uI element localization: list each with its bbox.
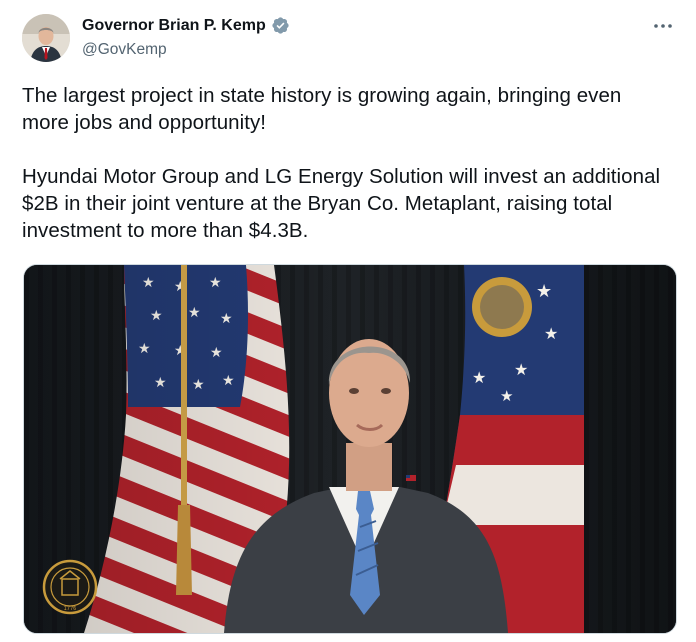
svg-text:★: ★ xyxy=(500,387,513,405)
avatar-portrait xyxy=(22,14,70,62)
svg-text:★: ★ xyxy=(536,281,552,302)
svg-text:★: ★ xyxy=(544,324,558,343)
avatar[interactable] xyxy=(22,14,70,62)
svg-text:1776: 1776 xyxy=(64,606,77,612)
svg-text:★: ★ xyxy=(472,368,486,387)
svg-text:★: ★ xyxy=(514,360,528,379)
author-handle[interactable]: @GovKemp xyxy=(82,41,167,59)
tweet-card[interactable]: Governor Brian P. Kemp @GovKemp The larg… xyxy=(0,0,696,642)
author-name-row: Governor Brian P. Kemp xyxy=(82,16,290,35)
post-video[interactable]: ★ ★ ★ ★ ★ ★ ★ ★ ★ ★ ★ ★ ★ ★ ★ ★ ★ 1776 xyxy=(23,264,677,634)
state-seal: 1776 xyxy=(42,559,98,615)
post-text: The largest project in state history is … xyxy=(22,84,661,242)
more-options-icon[interactable] xyxy=(652,16,674,36)
verified-badge-icon[interactable] xyxy=(271,16,290,35)
author-display-name[interactable]: Governor Brian P. Kemp xyxy=(82,17,266,35)
video-frame: ★ ★ ★ ★ ★ ★ ★ ★ ★ ★ ★ ★ ★ ★ ★ ★ ★ 1776 xyxy=(24,265,676,633)
